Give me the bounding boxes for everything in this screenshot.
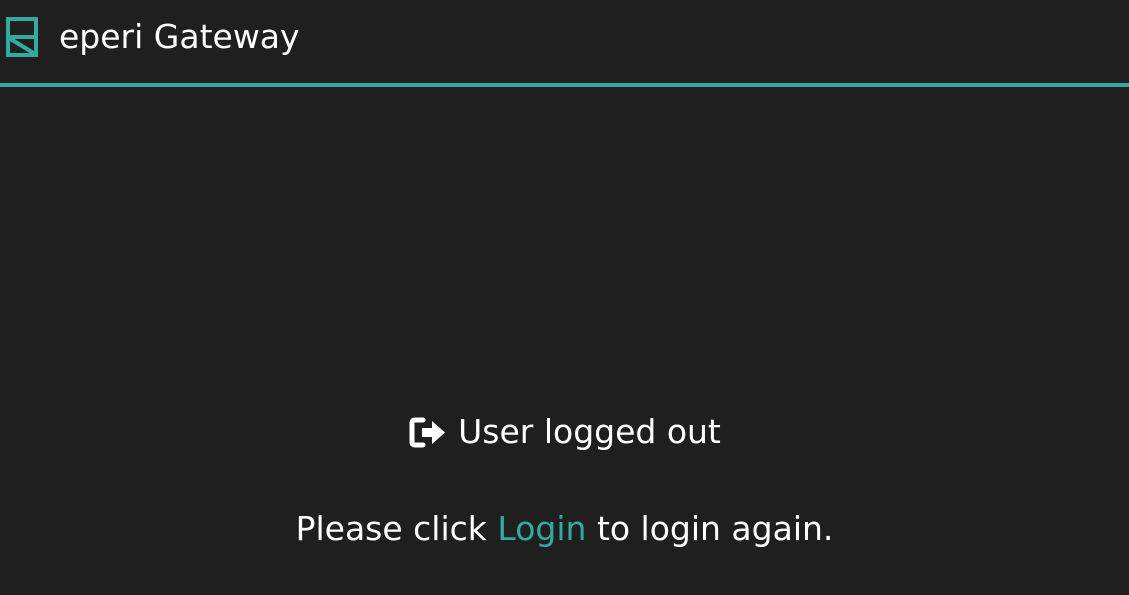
login-link[interactable]: Login (497, 509, 586, 548)
login-instruction-prefix: Please click (295, 509, 487, 548)
login-instruction-suffix: to login again. (596, 509, 834, 548)
app-title: eperi Gateway (59, 17, 300, 56)
gateway-logo-icon (6, 17, 38, 57)
top-bar: eperi Gateway (0, 0, 1129, 87)
sign-out-icon (409, 417, 446, 447)
logout-content: User logged out Please click Login to lo… (0, 87, 1129, 595)
login-instruction: Please click Login to login again. (0, 508, 1129, 550)
logout-status: User logged out (0, 411, 1129, 453)
brand-home-link[interactable]: eperi Gateway (6, 15, 300, 59)
logout-status-text: User logged out (458, 412, 721, 451)
